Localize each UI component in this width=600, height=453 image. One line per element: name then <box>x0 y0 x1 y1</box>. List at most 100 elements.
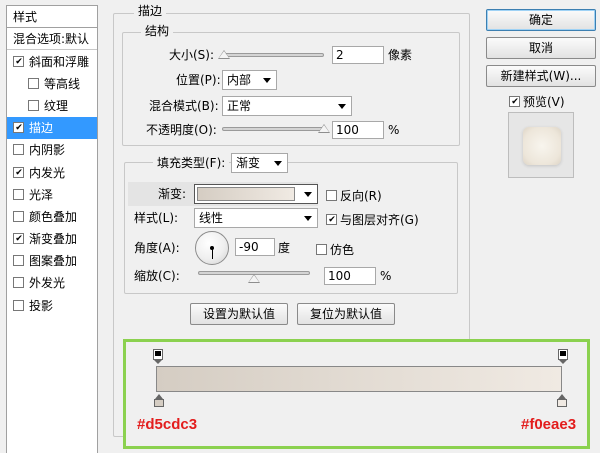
preview-thumbnail <box>523 127 561 165</box>
sidebar-item[interactable]: 斜面和浮雕 <box>7 50 97 72</box>
angle-label: 角度(A): <box>134 241 180 255</box>
dither-checkbox[interactable]: 仿色 <box>316 241 354 258</box>
reverse-label: 反向(R) <box>340 189 382 203</box>
reverse-check-icon[interactable] <box>326 190 337 201</box>
opacity-stop-right-icon[interactable] <box>558 349 568 364</box>
left-color-label: #d5cdc3 <box>137 416 198 433</box>
color-stop-left-icon[interactable] <box>154 394 164 408</box>
angle-dial[interactable] <box>195 231 229 265</box>
chevron-down-icon <box>263 78 271 83</box>
opacity-input[interactable]: 100 <box>332 121 384 139</box>
size-label: 大小(S): <box>169 48 215 62</box>
opacity-slider-track[interactable] <box>222 127 324 131</box>
scale-input[interactable]: 100 <box>324 267 376 285</box>
angle-hub-icon <box>210 246 214 250</box>
style-label: 样式(L): <box>134 211 179 225</box>
opacity-label: 不透明度(O): <box>146 123 217 137</box>
opacity-unit: % <box>388 123 400 137</box>
gradient-label: 渐变: <box>158 187 187 201</box>
align-with-layer-checkbox[interactable]: 与图层对齐(G) <box>326 211 419 228</box>
sidebar-item-label: 颜色叠加 <box>29 209 78 224</box>
sidebar-item[interactable]: 内发光 <box>7 161 97 183</box>
structure-title: 结构 <box>141 24 174 38</box>
fill-type-select[interactable]: 渐变 <box>231 153 288 173</box>
opacity-stop-left-icon[interactable] <box>153 349 163 364</box>
sidebar-item[interactable]: 投影 <box>7 294 97 316</box>
sidebar-item[interactable]: 内阴影 <box>7 139 97 161</box>
size-unit: 像素 <box>388 48 413 62</box>
sidebar-item[interactable]: 描边 <box>7 116 97 139</box>
align-check-icon[interactable] <box>326 214 337 225</box>
checkbox-icon[interactable] <box>13 166 24 178</box>
sidebar-item-label: 描边 <box>29 121 54 136</box>
reverse-checkbox[interactable]: 反向(R) <box>326 187 382 204</box>
checkbox-icon[interactable] <box>13 277 24 289</box>
gradient-picker[interactable] <box>194 184 318 204</box>
blend-mode-select[interactable]: 正常 <box>222 96 352 116</box>
sidebar-item-label: 外发光 <box>29 276 66 291</box>
gradient-bar[interactable] <box>156 366 562 392</box>
set-default-button[interactable]: 设置为默认值 <box>190 303 288 325</box>
sidebar-item[interactable]: 颜色叠加 <box>7 205 97 227</box>
checkbox-icon[interactable] <box>13 55 24 67</box>
sidebar-item[interactable]: 外发光 <box>7 272 97 294</box>
checkbox-icon[interactable] <box>13 188 24 200</box>
sidebar-item[interactable]: 等高线 <box>7 72 97 94</box>
sidebar-item-label: 内发光 <box>29 165 66 180</box>
new-style-button[interactable]: 新建样式(W)... <box>486 65 596 87</box>
scale-label: 缩放(C): <box>134 269 180 283</box>
sidebar-item-label: 纹理 <box>44 98 69 113</box>
sidebar-item[interactable]: 光泽 <box>7 183 97 205</box>
preview-checkbox[interactable]: 预览(V) <box>509 93 565 110</box>
sidebar-item-label: 斜面和浮雕 <box>29 54 90 69</box>
angle-unit: 度 <box>278 241 291 255</box>
scale-slider-thumb[interactable] <box>248 274 260 283</box>
style-select[interactable]: 线性 <box>194 208 318 228</box>
scale-unit: % <box>380 269 392 283</box>
checkbox-icon[interactable] <box>13 144 24 156</box>
chevron-down-icon <box>338 104 346 109</box>
sidebar-item-label: 等高线 <box>44 76 81 91</box>
blend-mode-value: 正常 <box>227 99 252 113</box>
checkbox-icon[interactable] <box>13 122 24 134</box>
color-stop-right-icon[interactable] <box>557 394 567 408</box>
sidebar-item-label: 内阴影 <box>29 143 66 158</box>
preview-check-icon[interactable] <box>509 96 520 107</box>
position-label: 位置(P): <box>176 73 221 87</box>
dither-check-icon[interactable] <box>316 244 327 255</box>
style-value: 线性 <box>199 211 224 225</box>
sidebar-item[interactable]: 渐变叠加 <box>7 228 97 250</box>
styles-header[interactable]: 样式 <box>7 6 97 28</box>
blend-mode-label: 混合模式(B): <box>149 99 219 113</box>
checkbox-icon[interactable] <box>13 233 24 245</box>
opacity-slider-thumb[interactable] <box>318 124 330 133</box>
position-select[interactable]: 内部 <box>222 70 277 90</box>
dither-label: 仿色 <box>330 243 355 257</box>
sidebar-item-label: 渐变叠加 <box>29 232 78 247</box>
angle-input[interactable]: -90 <box>235 238 275 256</box>
ok-button[interactable]: 确定 <box>486 9 596 31</box>
size-input[interactable]: 2 <box>332 46 384 64</box>
checkbox-icon[interactable] <box>13 299 24 311</box>
gradient-swatch[interactable] <box>197 187 295 201</box>
checkbox-icon[interactable] <box>28 77 39 89</box>
gradient-editor: #d5cdc3 #f0eae3 <box>123 339 590 449</box>
cancel-button[interactable]: 取消 <box>486 37 596 59</box>
chevron-down-icon <box>304 192 312 197</box>
checkbox-icon[interactable] <box>13 255 24 267</box>
sidebar-item[interactable]: 图案叠加 <box>7 250 97 272</box>
reset-default-button[interactable]: 复位为默认值 <box>297 303 395 325</box>
stroke-title: 描边 <box>134 4 167 18</box>
sidebar-item-label: 光泽 <box>29 187 54 202</box>
sidebar-item[interactable]: 纹理 <box>7 94 97 116</box>
size-slider-thumb[interactable] <box>218 50 231 59</box>
preview-label: 预览(V) <box>523 95 565 109</box>
fill-type-label: 填充类型(F): <box>153 156 230 170</box>
blending-options-item[interactable]: 混合选项:默认 <box>7 28 97 50</box>
fill-type-value: 渐变 <box>236 156 261 170</box>
size-slider-track[interactable] <box>222 53 324 57</box>
align-label: 与图层对齐(G) <box>340 213 419 227</box>
checkbox-icon[interactable] <box>28 99 39 111</box>
checkbox-icon[interactable] <box>13 210 24 222</box>
styles-list: 样式 混合选项:默认 斜面和浮雕等高线纹理描边内阴影内发光光泽颜色叠加渐变叠加图… <box>6 5 98 453</box>
